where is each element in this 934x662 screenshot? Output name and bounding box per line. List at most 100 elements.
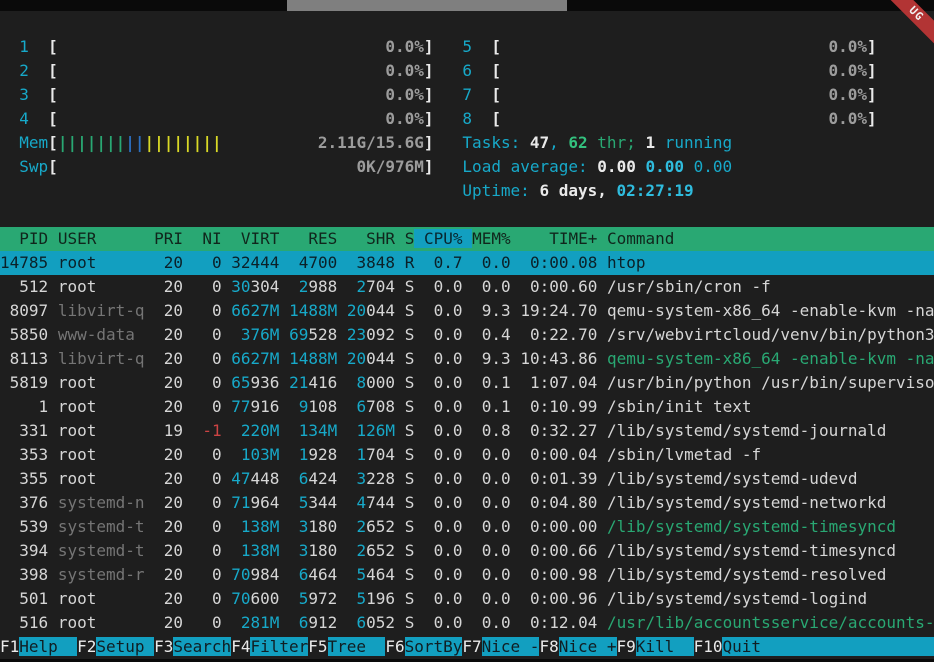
fkey-f2-key[interactable]: F2 <box>77 637 96 656</box>
swp-meter-and-load-row: Swp[ 0K/976M] Load average: 0.00 0.00 0.… <box>0 155 934 179</box>
cpu-meter-row-4-8: 4 [ 0.0%] 8 [ 0.0%] <box>0 107 934 131</box>
tasks-running: 1 <box>645 133 655 152</box>
load-average-label: Load average: <box>462 157 587 176</box>
process-row-5819[interactable]: 5819 root 20 0 65936 21416 8000 S 0.0 0.… <box>0 371 934 395</box>
process-command: /lib/systemd/systemd-logind <box>607 589 867 608</box>
tasks-label: Tasks: <box>462 133 520 152</box>
fkey-f9-kill-button[interactable]: Kill <box>636 637 694 656</box>
terminal-grid: 1 [ 0.0%] 5 [ 0.0%] 2 [ 0.0%] 6 [ 0.0%] … <box>0 11 934 659</box>
cpu3-meter-value: 0.0% <box>385 85 424 104</box>
process-command: /usr/lib/accountsservice/accounts- <box>607 613 934 632</box>
column-header-state[interactable]: S <box>405 229 415 248</box>
cpu2-meter-label: 2 <box>19 61 29 80</box>
cpu7-meter-label: 7 <box>462 85 472 104</box>
fkey-f7-nice--button[interactable]: Nice - <box>482 637 540 656</box>
process-row-1[interactable]: 1 root 20 0 77916 9108 6708 S 0.0 0.1 0:… <box>0 395 934 419</box>
cpu3-meter-label: 3 <box>19 85 29 104</box>
process-command: htop <box>607 253 646 272</box>
process-command: /lib/systemd/systemd-resolved <box>607 565 886 584</box>
fkey-f8-key[interactable]: F8 <box>539 637 558 656</box>
process-row-353[interactable]: 353 root 20 0 103M 1928 1704 S 0.0 0.0 0… <box>0 443 934 467</box>
cpu5-meter-value: 0.0% <box>828 37 867 56</box>
mem-bar-blue: || <box>125 133 144 152</box>
process-table-header: PID USER PRI NI VIRT RES SHR S CPU% MEM%… <box>0 227 934 251</box>
fkey-f3-search-button[interactable]: Search <box>173 637 231 656</box>
column-header-cpu-sort-active[interactable]: CPU% <box>414 229 472 248</box>
cpu2-meter-value: 0.0% <box>385 61 424 80</box>
process-command: /lib/systemd/systemd-timesyncd <box>607 541 896 560</box>
fkey-f6-key[interactable]: F6 <box>385 637 404 656</box>
column-header-pri[interactable]: PRI <box>154 229 183 248</box>
process-row-355[interactable]: 355 root 20 0 47448 6424 3228 S 0.0 0.0 … <box>0 467 934 491</box>
tasks-threads: 62 <box>568 133 587 152</box>
process-row-501[interactable]: 501 root 20 0 70600 5972 5196 S 0.0 0.0 … <box>0 587 934 611</box>
process-command: /lib/systemd/systemd-udevd <box>607 469 857 488</box>
column-header-ni[interactable]: NI <box>193 229 222 248</box>
cpu1-meter-label: 1 <box>19 37 29 56</box>
cpu8-meter-label: 8 <box>462 109 472 128</box>
process-row-398[interactable]: 398 systemd-r 20 0 70984 6464 5464 S 0.0… <box>0 563 934 587</box>
fkey-f5-tree-button[interactable]: Tree <box>328 637 386 656</box>
uptime-days: 6 days, <box>539 181 606 200</box>
mem-meter-and-tasks-row: Mem[||||||||||||||||| 2.11G/15.6G] Tasks… <box>0 131 934 155</box>
column-header-res[interactable]: RES <box>289 229 337 248</box>
fkey-f8-nice+-button[interactable]: Nice + <box>559 637 617 656</box>
fkey-f2-setup-button[interactable]: Setup <box>96 637 154 656</box>
fkey-f7-key[interactable]: F7 <box>462 637 481 656</box>
cpu6-meter-value: 0.0% <box>828 61 867 80</box>
process-row-512[interactable]: 512 root 20 0 30304 2988 2704 S 0.0 0.0 … <box>0 275 934 299</box>
swp-meter-label: Swp <box>19 157 48 176</box>
column-header-virt[interactable]: VIRT <box>231 229 279 248</box>
process-command: /sbin/init text <box>607 397 752 416</box>
process-row-8097[interactable]: 8097 libvirt-q 20 0 6627M 1488M 20044 S … <box>0 299 934 323</box>
fkey-f10-quit-button[interactable]: Quit <box>722 637 934 656</box>
uptime-time: 02:27:19 <box>617 181 694 200</box>
process-command: /usr/bin/python /usr/bin/superviso <box>607 373 934 392</box>
process-row-5850[interactable]: 5850 www-data 20 0 376M 69528 23092 S 0.… <box>0 323 934 347</box>
process-command: /srv/webvirtcloud/venv/bin/python3 <box>607 325 934 344</box>
cpu4-meter-value: 0.0% <box>385 109 424 128</box>
fkey-f9-key[interactable]: F9 <box>617 637 636 656</box>
tasks-count: 47 <box>530 133 549 152</box>
column-header-pid[interactable]: PID <box>0 229 48 248</box>
process-row-8113[interactable]: 8113 libvirt-q 20 0 6627M 1488M 20044 S … <box>0 347 934 371</box>
fkey-f1-key[interactable]: F1 <box>0 637 19 656</box>
column-header-mem[interactable]: MEM% <box>472 229 511 248</box>
process-row-394[interactable]: 394 systemd-t 20 0 138M 3180 2652 S 0.0 … <box>0 539 934 563</box>
blank-line <box>0 11 934 35</box>
process-command: /sbin/lvmetad -f <box>607 445 761 464</box>
swp-meter-value: 0K/976M <box>356 157 423 176</box>
column-header-shr[interactable]: SHR <box>347 229 395 248</box>
load-5min: 0.00 <box>645 157 684 176</box>
fkey-f3-key[interactable]: F3 <box>154 637 173 656</box>
column-header-time[interactable]: TIME+ <box>520 229 597 248</box>
process-row-331[interactable]: 331 root 19 -1 220M 134M 126M S 0.0 0.8 … <box>0 419 934 443</box>
cpu1-meter-value: 0.0% <box>385 37 424 56</box>
fkey-f5-key[interactable]: F5 <box>308 637 327 656</box>
fkey-f4-filter-button[interactable]: Filter <box>250 637 308 656</box>
uptime-row: Uptime: 6 days, 02:27:19 <box>0 179 934 203</box>
column-header-command[interactable]: Command <box>607 229 674 248</box>
window-tab-handle <box>287 0 567 11</box>
mem-meter-label: Mem <box>19 133 48 152</box>
process-command: /lib/systemd/systemd-journald <box>607 421 886 440</box>
blank-line <box>0 203 934 227</box>
process-row-376[interactable]: 376 systemd-n 20 0 71964 5344 4744 S 0.0… <box>0 491 934 515</box>
cpu-meter-row-3-7: 3 [ 0.0%] 7 [ 0.0%] <box>0 83 934 107</box>
process-row-14785[interactable]: 14785 root 20 0 32444 4700 3848 R 0.7 0.… <box>0 251 934 275</box>
fkey-f6-sortby-button[interactable]: SortBy <box>405 637 463 656</box>
column-header-user[interactable]: USER <box>58 229 145 248</box>
process-command: /lib/systemd/systemd-timesyncd <box>607 517 896 536</box>
cpu-meter-row-1-5: 1 [ 0.0%] 5 [ 0.0%] <box>0 35 934 59</box>
cpu-meter-row-2-6: 2 [ 0.0%] 6 [ 0.0%] <box>0 59 934 83</box>
process-command: qemu-system-x86_64 -enable-kvm -na <box>607 349 934 368</box>
fkey-f4-key[interactable]: F4 <box>231 637 250 656</box>
fkey-f10-key[interactable]: F10 <box>694 637 723 656</box>
fkey-f1-help-button[interactable]: Help <box>19 637 77 656</box>
load-1min: 0.00 <box>597 157 636 176</box>
cpu7-meter-value: 0.0% <box>828 85 867 104</box>
mem-bar-green: ||||||| <box>58 133 125 152</box>
process-row-516[interactable]: 516 root 20 0 281M 6912 6052 S 0.0 0.0 0… <box>0 611 934 635</box>
process-command: qemu-system-x86_64 -enable-kvm -na <box>607 301 934 320</box>
process-row-539[interactable]: 539 systemd-t 20 0 138M 3180 2652 S 0.0 … <box>0 515 934 539</box>
